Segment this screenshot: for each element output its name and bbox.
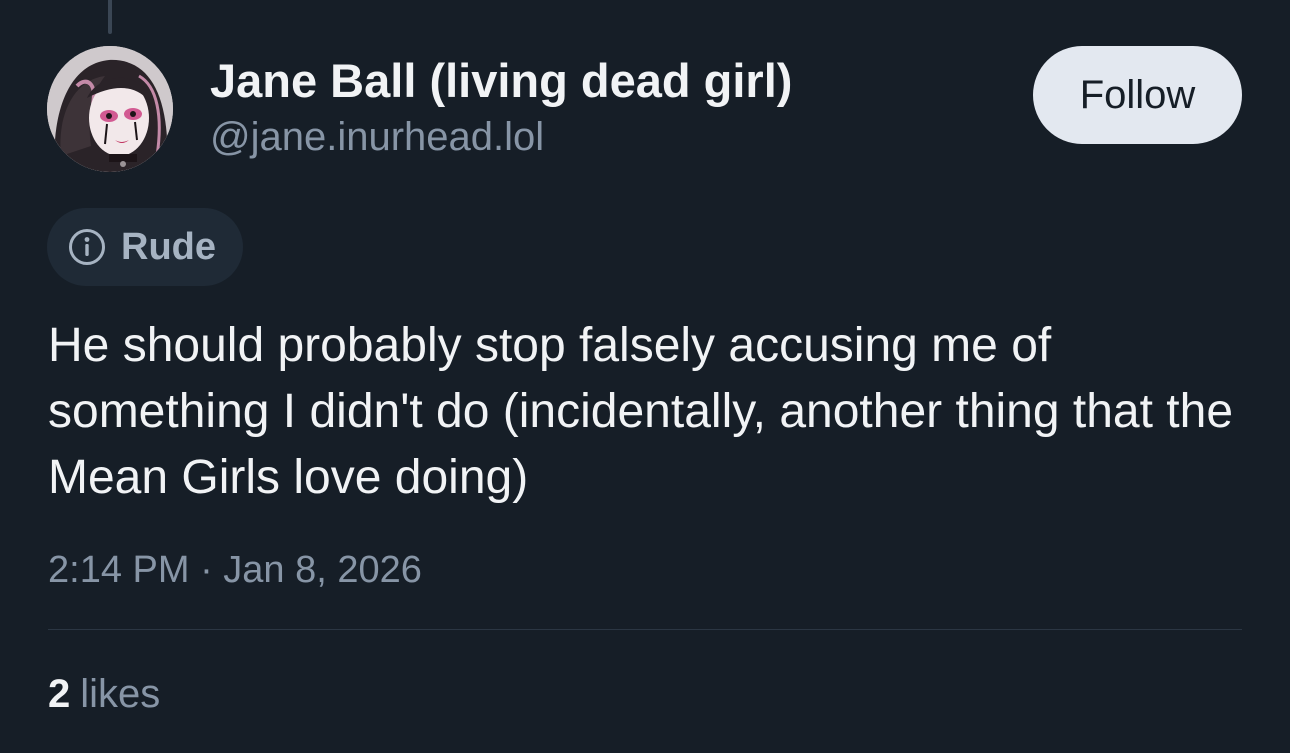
content-label-badge[interactable]: Rude (47, 208, 243, 286)
likes-label: likes (80, 672, 161, 716)
likes-count: 2 (48, 672, 71, 716)
avatar[interactable] (47, 46, 173, 172)
post-timestamp: 2:14 PM · Jan 8, 2026 (48, 549, 422, 591)
author-handle[interactable]: @jane.inurhead.lol (210, 112, 792, 162)
content-label-text: Rude (121, 226, 216, 268)
divider (48, 629, 1242, 630)
avatar-illustration (47, 46, 173, 172)
likes-count-link[interactable]: 2 likes (48, 668, 160, 720)
author-info: Jane Ball (living dead girl) @jane.inurh… (210, 52, 792, 162)
info-icon (67, 227, 107, 267)
post-body-text: He should probably stop falsely accusing… (48, 319, 1234, 504)
thread-connector-line (108, 0, 112, 34)
author-display-name[interactable]: Jane Ball (living dead girl) (210, 52, 792, 110)
follow-button[interactable]: Follow (1033, 46, 1242, 144)
post-thread-item: Jane Ball (living dead girl) @jane.inurh… (0, 0, 1290, 753)
